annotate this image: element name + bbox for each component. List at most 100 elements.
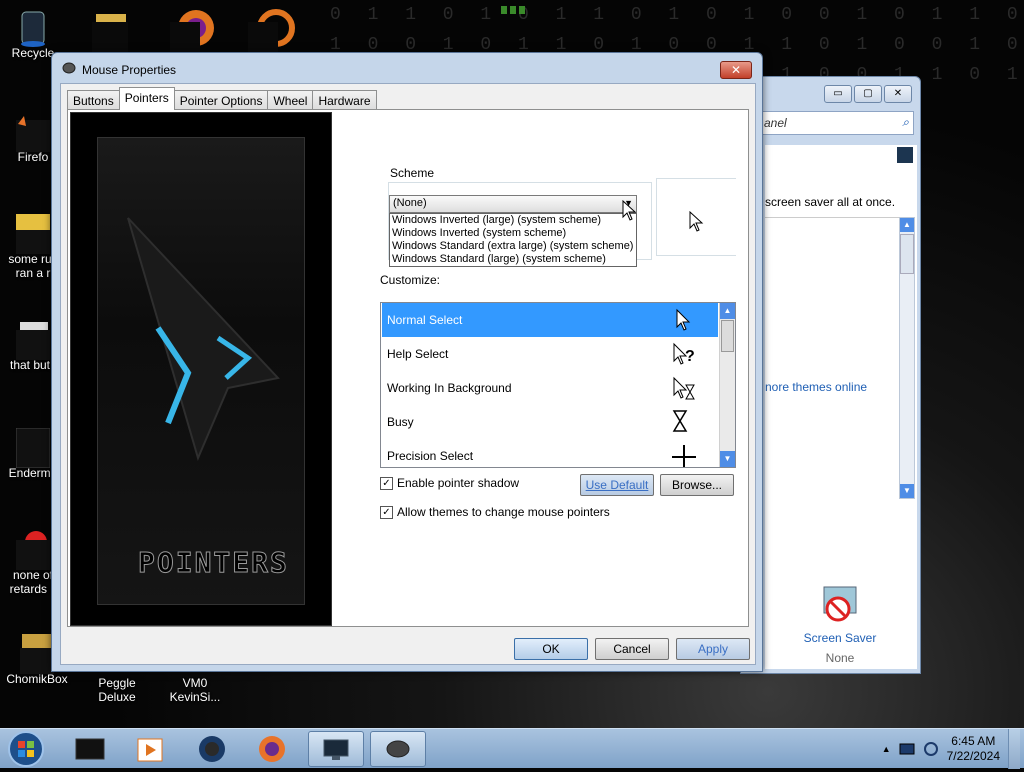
firefox-icon: [16, 112, 50, 152]
hourglass-icon: [672, 410, 688, 432]
use-default-button[interactable]: Use Default: [580, 474, 654, 496]
pointer-preview: [656, 178, 736, 256]
terminal-icon: [75, 738, 105, 760]
taskbar-item-media-player[interactable]: [122, 731, 178, 767]
scroll-thumb[interactable]: [721, 320, 734, 352]
taskbar-item-firefox[interactable]: [244, 731, 300, 767]
screen-saver-icon: [820, 585, 860, 625]
scheme-select[interactable]: (None) ▼: [389, 195, 637, 213]
taskbar: ▲ 6:45 AM 7/22/2024: [0, 728, 1024, 769]
allow-themes-checkbox[interactable]: ✓ Allow themes to change mouse pointers: [380, 505, 610, 519]
chomikbox-icon: [20, 634, 54, 674]
mouse-properties-window[interactable]: Mouse Properties ✕ Buttons Pointers Poin…: [51, 52, 763, 672]
system-tray: ▲ 6:45 AM 7/22/2024: [882, 729, 1020, 769]
pointers-panel: POINTERS Scheme (None) ▼ Windows Inverte…: [67, 109, 749, 627]
search-icon[interactable]: ⌕: [902, 115, 909, 130]
taskbar-item-control-panel[interactable]: [308, 731, 364, 767]
tab-buttons[interactable]: Buttons: [67, 90, 120, 110]
tab-bar: Buttons Pointers Pointer Options Wheel H…: [67, 87, 377, 110]
list-item[interactable]: Normal Select: [382, 303, 718, 337]
theme-image: POINTERS: [70, 112, 332, 626]
checkbox-checked-icon[interactable]: ✓: [380, 505, 393, 519]
scroll-down-icon[interactable]: ▼: [900, 484, 914, 498]
scroll-down-icon[interactable]: ▼: [720, 451, 735, 467]
more-themes-link[interactable]: nore themes online: [765, 380, 867, 394]
theme-brand-text: POINTERS: [138, 546, 289, 580]
svg-text:?: ?: [685, 348, 695, 365]
firefox-icon: [259, 736, 285, 762]
mouse-icon: [386, 740, 410, 758]
document-stack-icon: [16, 320, 50, 360]
recycle-bin-icon: [16, 8, 50, 47]
tab-pointers[interactable]: Pointers: [118, 87, 175, 110]
arrow-cursor-icon: [676, 308, 691, 331]
tab-wheel[interactable]: Wheel: [267, 90, 314, 110]
taskbar-item-terminal[interactable]: [62, 731, 118, 767]
scheme-option[interactable]: Windows Inverted (large) (system scheme): [390, 214, 636, 227]
clock[interactable]: 6:45 AM 7/22/2024: [947, 734, 1000, 764]
green-gadget-icon: [498, 4, 528, 18]
desktop-icon-top-1[interactable]: [92, 12, 132, 52]
desktop-icon-vm0[interactable]: VM0 KevinSi...: [162, 676, 228, 704]
customize-label: Customize:: [380, 273, 441, 287]
scheme-option[interactable]: Windows Inverted (system scheme): [390, 227, 636, 240]
desktop-icon-top-3[interactable]: [248, 8, 296, 52]
window-title-bar[interactable]: Mouse Properties: [62, 61, 176, 78]
list-item[interactable]: Working In Background: [382, 371, 718, 405]
scheme-label: Scheme: [390, 166, 435, 180]
scheme-dropdown-list[interactable]: Windows Inverted (large) (system scheme)…: [389, 213, 637, 267]
screensaver-description: screen saver all at once.: [765, 195, 896, 209]
help-cursor-icon: ?: [673, 342, 695, 365]
browse-button[interactable]: Browse...: [660, 474, 734, 496]
media-center-icon: [199, 736, 225, 762]
show-hidden-icons-icon[interactable]: ▲: [882, 744, 891, 754]
control-panel-window[interactable]: ▭ ▢ ✕ anel ⌕ screen saver all at once. n…: [740, 76, 921, 674]
control-panel-body: screen saver all at once. nore themes on…: [765, 145, 917, 669]
ok-button[interactable]: OK: [514, 638, 588, 660]
arrow-cursor-icon: [689, 211, 704, 232]
folder-icon: [16, 214, 50, 254]
tab-pointer-options[interactable]: Pointer Options: [173, 90, 269, 110]
dialog-body: Buttons Pointers Pointer Options Wheel H…: [60, 83, 756, 665]
close-button[interactable]: ✕: [884, 85, 912, 103]
list-item[interactable]: Help Select ?: [382, 337, 718, 371]
show-desktop-button[interactable]: [1008, 729, 1020, 769]
scroll-up-icon[interactable]: ▲: [720, 303, 735, 319]
cursor-list-scrollbar[interactable]: ▲ ▼: [719, 303, 735, 467]
control-panel-icon: [323, 739, 349, 760]
crosshair-icon: [672, 445, 696, 467]
volume-icon[interactable]: [923, 741, 939, 757]
theme-frame: POINTERS: [97, 137, 305, 605]
help-icon[interactable]: [897, 147, 913, 163]
cursor-logo-icon: [127, 217, 280, 461]
scheme-option[interactable]: Windows Standard (extra large) (system s…: [390, 240, 636, 253]
scheme-option[interactable]: Windows Standard (large) (system scheme): [390, 253, 636, 266]
desktop-icon-top-2[interactable]: [170, 8, 218, 52]
maximize-button[interactable]: ▢: [854, 85, 882, 103]
taskbar-item-media-center[interactable]: [184, 731, 240, 767]
themes-list[interactable]: nore themes online: [765, 217, 905, 499]
working-cursor-icon: [673, 376, 695, 400]
desktop-icon-peggle-deluxe[interactable]: Peggle Deluxe: [84, 676, 150, 704]
apply-button[interactable]: Apply: [676, 638, 750, 660]
checkbox-checked-icon[interactable]: ✓: [380, 476, 393, 490]
network-icon[interactable]: [899, 742, 915, 756]
close-button[interactable]: ✕: [720, 61, 752, 79]
taskbar-item-mouse-properties[interactable]: [370, 731, 426, 767]
minimize-button[interactable]: ▭: [824, 85, 852, 103]
scroll-thumb[interactable]: [900, 234, 914, 274]
tab-hardware[interactable]: Hardware: [312, 90, 377, 110]
cancel-button[interactable]: Cancel: [595, 638, 669, 660]
window-title: Mouse Properties: [82, 62, 177, 77]
themes-scrollbar[interactable]: ▲ ▼: [899, 217, 915, 499]
screen-saver-link[interactable]: Screen Saver None: [785, 585, 895, 665]
enable-pointer-shadow-checkbox[interactable]: ✓ Enable pointer shadow: [380, 476, 519, 490]
cursor-list[interactable]: Normal Select Help Select ? Working In B…: [380, 302, 736, 468]
list-item[interactable]: Precision Select: [382, 439, 718, 467]
windows-logo-icon: [8, 731, 44, 767]
control-panel-search[interactable]: anel ⌕: [759, 111, 914, 135]
application-icon: [16, 530, 50, 570]
scroll-up-icon[interactable]: ▲: [900, 218, 914, 232]
list-item[interactable]: Busy: [382, 405, 718, 439]
start-button[interactable]: [4, 729, 48, 769]
